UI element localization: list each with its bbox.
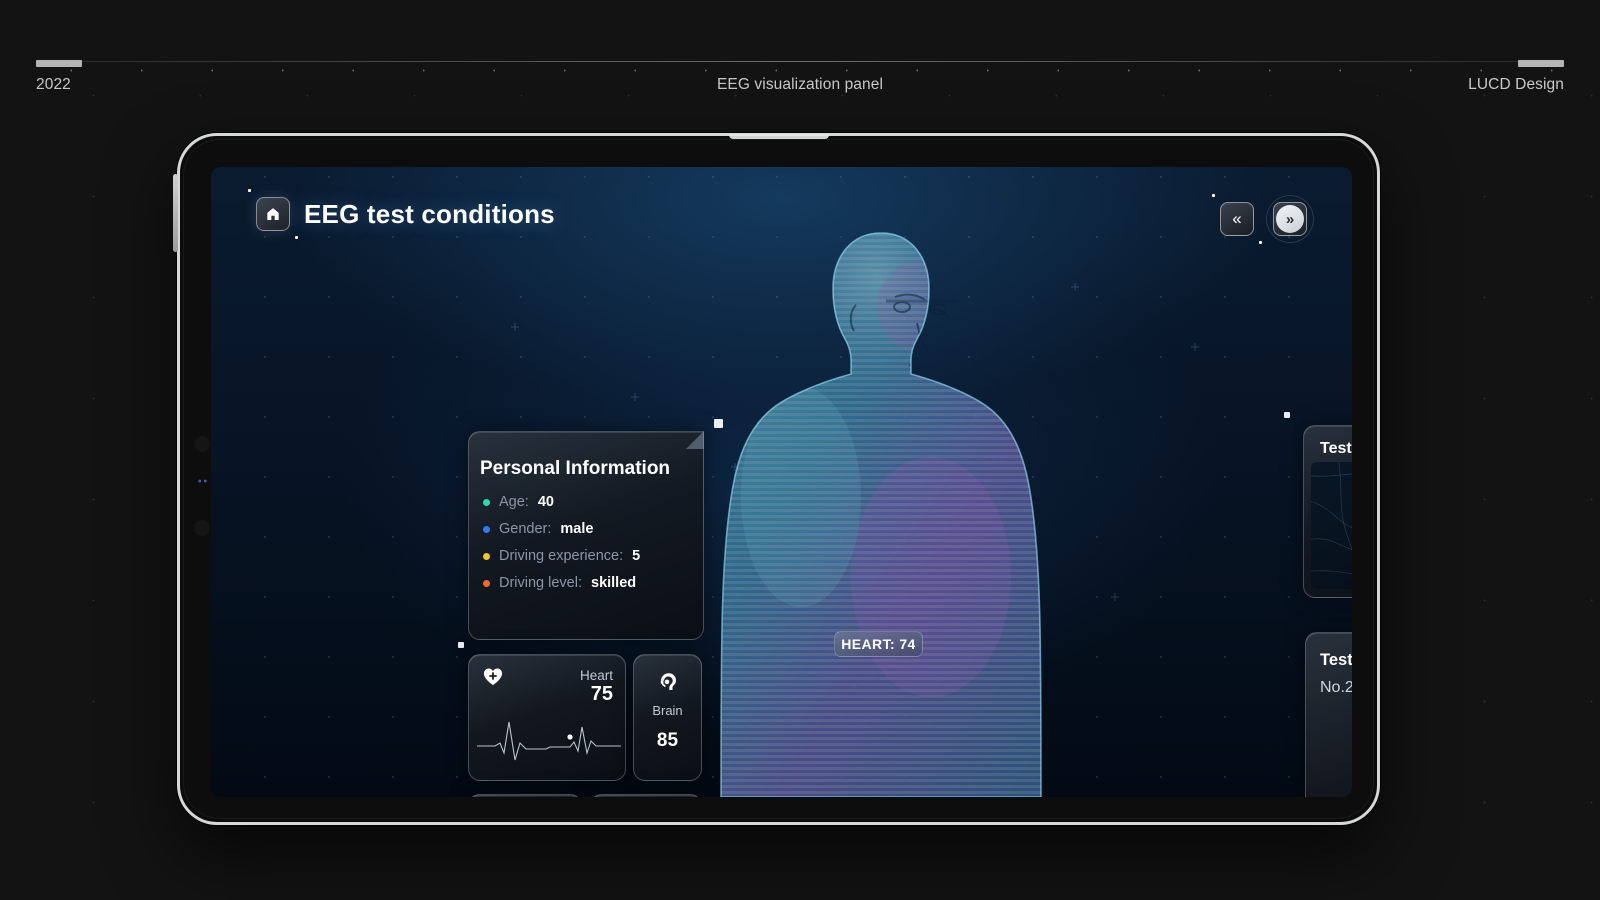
tablet-screen: EEG test conditions « » Personal Informa… [211,167,1352,797]
ecg-waveform [475,708,625,762]
title-marker-tl [248,189,251,192]
page-title-row: EEG test conditions [256,197,555,231]
list-item: Age: 40 [483,494,640,510]
header-title: EEG visualization panel [717,76,883,94]
heart-tooltip: HEART: 74 [834,631,923,657]
field-label: Driving experience: [499,548,623,564]
field-value: 5 [632,548,640,564]
brain-label: Brain [634,703,701,718]
breathe-metric-card[interactable]: Breathe Normal [468,794,582,797]
field-value: 40 [538,494,554,510]
car-image [1306,739,1352,797]
panel-corner-marker-tr [714,419,723,428]
rail-cap-left [36,60,82,67]
bullet-icon [483,499,490,506]
heart-tooltip-label: HEART: 74 [841,636,915,652]
home-button[interactable] [256,197,290,231]
top-rail [36,60,1564,63]
rail-ticks [36,69,1564,72]
nav-prev-button[interactable]: « [1220,202,1254,236]
nav-next-halo: » [1266,195,1314,243]
field-label: Gender: [499,521,551,537]
speaker-grill-bottom [194,520,210,536]
rail-cap-right [1518,60,1564,67]
bullet-icon [483,553,490,560]
nav-marker-br [1259,241,1262,244]
tablet-camera-notch [729,134,829,139]
test-section-title: Test section [1320,440,1352,458]
test-section-panel: Test section [1303,425,1352,598]
field-label: Driving level: [499,575,582,591]
personal-information-panel: Personal Information Age: 40 Gender: mal… [468,431,704,640]
personal-information-title: Personal Information [480,458,670,480]
nav-button-group: « » [1220,195,1314,243]
nav-marker-tl [1212,194,1215,197]
list-item: Driving level: skilled [483,575,640,591]
field-label: Age: [499,494,529,510]
volume-button[interactable] [173,174,178,252]
home-icon [265,206,281,222]
brain-value: 85 [634,730,701,752]
field-value: male [560,521,593,537]
nav-prev-label: « [1232,209,1241,229]
tablet-device: EEG test conditions « » Personal Informa… [177,133,1380,825]
bullet-icon [483,580,490,587]
indicator-dots [197,479,208,483]
map-graphics [1311,462,1352,589]
list-item: Driving experience: 5 [483,548,640,564]
health-gauge-card[interactable] [590,794,702,797]
nav-next-button[interactable]: » [1273,202,1307,236]
rail-line [36,61,1564,62]
heart-value: 75 [591,683,613,706]
page-title: EEG test conditions [304,199,555,230]
holographic-human-figure [681,197,1081,797]
personal-information-list: Age: 40 Gender: male Driving experience:… [483,494,640,591]
test-vehicles-title: Test vehicles [1320,651,1352,670]
panel-corner-marker-bl [458,642,464,648]
title-marker-br [295,236,298,239]
bullet-icon [483,526,490,533]
brain-metric-card[interactable]: Brain 85 [633,654,702,781]
field-value: skilled [591,575,636,591]
test-vehicles-panel: Test vehicles No.2 Car [1305,632,1352,797]
header-brand: LUCD Design [1468,76,1564,94]
speaker-grill-top [194,436,210,452]
heart-label: Heart [580,668,613,683]
heart-metric-card[interactable]: Heart 75 [468,654,626,781]
page-header: 2022 EEG visualization panel LUCD Design [0,76,1600,100]
heart-plus-icon [482,666,504,686]
nav-next-chip: » [1276,205,1304,233]
header-year: 2022 [36,76,71,94]
list-item: Gender: male [483,521,640,537]
section-marker-tl [1284,412,1290,418]
nav-next-label: » [1286,211,1294,228]
test-vehicles-subtitle: No.2 Car [1320,679,1352,697]
brain-head-icon [656,671,680,695]
route-map[interactable] [1311,462,1352,589]
